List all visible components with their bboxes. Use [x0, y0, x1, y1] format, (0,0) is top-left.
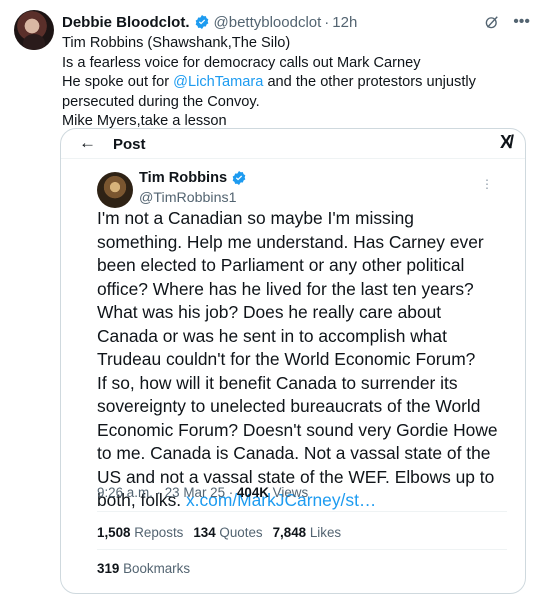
post-meta: 9:26 a.m. · 23 Mar 25 · 404K Views [97, 485, 308, 500]
post-text-segment: Tim Robbins (Shawshank,The Silo) [62, 35, 291, 51]
post-text: Tim Robbins (Shawshank,The Silo) Is a fea… [62, 34, 522, 132]
quoted-text-line: sovereignty to unelected bureaucrats of … [97, 396, 481, 416]
divider [97, 511, 507, 512]
grok-icon[interactable] [483, 13, 501, 31]
likes-label: Likes [306, 525, 342, 540]
quoted-post-card[interactable]: ← Post X/ Tim Robbins @TimRobbins1 ⋮ I'm… [60, 128, 526, 594]
likes-count: 7,848 [272, 525, 307, 540]
timestamp[interactable]: 9:26 a.m. · 23 Mar 25 · [97, 485, 237, 500]
verified-badge-icon [232, 171, 246, 185]
quoted-post-text: I'm not a Canadian so maybe I'm missing s… [97, 207, 517, 513]
post-time[interactable]: 12h [332, 14, 357, 31]
quotes-stat[interactable]: 134 Quotes [193, 525, 262, 540]
quotes-count: 134 [193, 525, 216, 540]
quotes-label: Quotes [215, 525, 263, 540]
author-name[interactable]: Debbie Bloodclot. [62, 14, 190, 31]
quoted-text-line: Economic Forum? Doesn't sound very Gordi… [97, 419, 498, 440]
post-text-segment: He spoke out for [62, 74, 174, 90]
back-arrow-icon[interactable]: ← [79, 133, 96, 153]
post-text-line: Is a fearless voice for democracy calls … [62, 54, 522, 74]
post-text-line: persecuted during the Convoy. [62, 93, 522, 113]
separator-dot: · [324, 13, 330, 31]
author-handle[interactable]: @bettybloodclot [214, 14, 322, 31]
quoted-text-line: What was his job? Does he really care ab… [97, 302, 442, 322]
more-vertical-icon[interactable]: ⋮ [481, 177, 493, 191]
quoted-text-line: If so, how will it benefit Canada to sur… [97, 372, 458, 393]
post-text-segment: Is a fearless voice for democracy calls … [62, 54, 421, 71]
quoted-author-name[interactable]: Tim Robbins [139, 170, 227, 186]
post-header: Debbie Bloodclot. @bettybloodclot · 12h … [62, 12, 530, 32]
likes-stat[interactable]: 7,848 Likes [273, 525, 342, 540]
post-text-segment: and the other protestors unjustly [263, 74, 476, 90]
card-title: Post [113, 136, 146, 153]
quoted-author-avatar[interactable] [97, 172, 133, 208]
post-text-line: He spoke out for @LichTamara and the oth… [62, 73, 522, 93]
verified-badge-icon [195, 15, 208, 29]
quoted-text-line: Canada or was he sent in to accomplish w… [97, 325, 447, 346]
bookmarks-stat[interactable]: 319 Bookmarks [97, 561, 190, 576]
more-icon[interactable]: ••• [513, 14, 530, 30]
quoted-author-handle[interactable]: @TimRobbins1 [139, 190, 236, 206]
post-text-segment: Mike Myers,take a lesson [62, 113, 227, 129]
post-text-segment: persecuted during the Convoy. [62, 93, 260, 110]
bookmarks-count: 319 [97, 561, 120, 576]
views-label: Views [268, 485, 309, 500]
engagement-stats: 1,508 Reposts 134 Quotes 7,848 Likes [97, 525, 341, 540]
header-actions: ••• [483, 13, 530, 31]
bookmarks-label: Bookmarks [119, 561, 191, 576]
quoted-text-line: I'm not a Canadian so maybe I'm missing [97, 208, 414, 228]
views-count: 404K [236, 485, 269, 500]
quoted-text-line: something. Help me understand. Has Carne… [97, 231, 484, 252]
mention-link[interactable]: @LichTamara [173, 74, 263, 90]
reposts-label: Reposts [130, 525, 184, 540]
author-avatar[interactable] [14, 10, 54, 50]
divider [97, 549, 507, 550]
quoted-text-line: office? Where has he lived for the last … [97, 278, 474, 299]
reposts-count: 1,508 [97, 525, 131, 540]
post-text-line: Tim Robbins (Shawshank,The Silo) [62, 34, 522, 54]
quoted-text-line: to me. Canada is Canada. Not a vassal st… [97, 443, 491, 463]
card-top-bar: ← Post X/ [61, 129, 525, 159]
quoted-text-line: Trudeau couldn't for the World Economic … [97, 349, 476, 369]
reposts-stat[interactable]: 1,508 Reposts [97, 525, 183, 540]
x-logo-icon: X/ [499, 132, 514, 152]
quoted-author-row: Tim Robbins [139, 170, 251, 186]
quoted-text-lines: I'm not a Canadian so maybe I'm missing s… [97, 207, 517, 489]
quoted-text-line: been elected to Parliament or any other … [97, 255, 465, 275]
